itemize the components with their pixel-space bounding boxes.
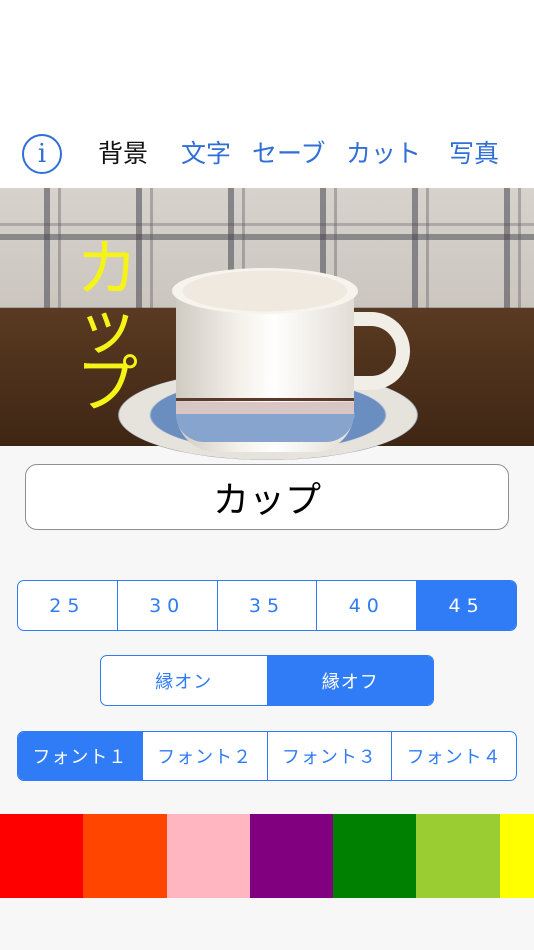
caption-text-field[interactable]: カップ — [25, 464, 509, 530]
font-option-1[interactable]: フォント１ — [18, 732, 143, 780]
color-swatch-pink[interactable] — [166, 814, 250, 898]
edge-selector: 縁オン 縁オフ — [100, 655, 434, 706]
cup-stripe-pink — [176, 402, 354, 414]
edge-off-option[interactable]: 縁オフ — [267, 656, 433, 705]
cup-stripe-line — [176, 398, 354, 401]
color-swatch-orange[interactable] — [83, 814, 167, 898]
size-option-35[interactable]: 35 — [218, 581, 318, 630]
size-option-40[interactable]: 40 — [317, 581, 418, 630]
overlay-caption[interactable]: カップ — [72, 238, 142, 416]
color-swatch-red[interactable] — [0, 814, 84, 898]
tab-photo[interactable]: 写真 — [449, 136, 499, 172]
color-palette — [0, 814, 534, 898]
font-option-2[interactable]: フォント２ — [143, 732, 268, 780]
color-swatch-yellowgreen[interactable] — [416, 814, 500, 898]
tab-save[interactable]: セーブ — [252, 136, 326, 172]
color-swatch-yellow[interactable] — [499, 814, 534, 898]
size-option-25[interactable]: 25 — [18, 581, 118, 630]
tab-background[interactable]: 背景 — [98, 136, 148, 172]
color-swatch-green[interactable] — [333, 814, 417, 898]
tab-cut[interactable]: カット — [346, 136, 421, 172]
tab-text[interactable]: 文字 — [181, 136, 231, 172]
size-option-45[interactable]: 45 — [417, 581, 516, 630]
top-toolbar: i 背景 文字 セーブ カット 写真 — [0, 0, 534, 188]
font-option-3[interactable]: フォント３ — [268, 732, 393, 780]
info-icon: i — [37, 139, 47, 169]
size-selector: 25 30 35 40 45 — [17, 580, 517, 631]
font-selector: フォント１ フォント２ フォント３ フォント４ — [17, 731, 517, 781]
info-button[interactable]: i — [22, 134, 62, 174]
cup-stripe-blue — [176, 414, 354, 442]
color-swatch-purple[interactable] — [249, 814, 334, 898]
edge-on-option[interactable]: 縁オン — [101, 656, 268, 705]
font-option-4[interactable]: フォント４ — [392, 732, 516, 780]
cup-rim-image — [172, 268, 358, 314]
size-option-30[interactable]: 30 — [118, 581, 218, 630]
